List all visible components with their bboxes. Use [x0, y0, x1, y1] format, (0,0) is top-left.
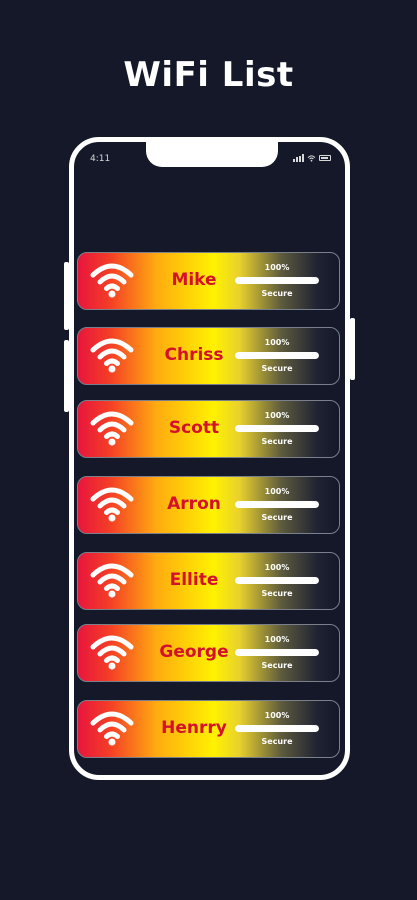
- wifi-icon: [90, 411, 134, 446]
- wifi-list-item[interactable]: Chriss 100% Secure: [77, 327, 340, 385]
- wifi-status-icon: [307, 154, 316, 162]
- page-title: WiFi List: [123, 55, 294, 95]
- wifi-icon: [90, 338, 134, 373]
- network-name: Chriss: [164, 345, 224, 365]
- signal-percent: 100%: [264, 263, 290, 272]
- security-status: Secure: [261, 437, 293, 446]
- wifi-list-item[interactable]: Henrry 100% Secure: [77, 700, 340, 758]
- wifi-icon: [90, 711, 134, 746]
- signal-percent: 100%: [264, 635, 290, 644]
- network-name: Mike: [171, 270, 217, 290]
- security-status: Secure: [261, 364, 293, 373]
- signal-percent: 100%: [264, 487, 290, 496]
- signal-strength-fill: [235, 725, 319, 732]
- signal-strength-fill: [235, 577, 319, 584]
- phone-frame: 4:11: [69, 137, 350, 780]
- signal-strength-fill: [235, 425, 319, 432]
- wifi-icon: [90, 563, 134, 598]
- network-name: Ellite: [169, 570, 219, 590]
- signal-strength-bar: [235, 725, 319, 732]
- signal-strength-bar: [235, 501, 319, 508]
- signal-strength-bar: [235, 425, 319, 432]
- security-status: Secure: [261, 589, 293, 598]
- signal-strength-fill: [235, 277, 319, 284]
- signal-percent: 100%: [264, 563, 290, 572]
- network-name: Arron: [167, 494, 221, 514]
- wifi-list-item[interactable]: George 100% Secure: [77, 624, 340, 682]
- signal-strength-fill: [235, 352, 319, 359]
- signal-strength-fill: [235, 501, 319, 508]
- phone-side-button-right: [350, 318, 355, 380]
- signal-strength-bar: [235, 352, 319, 359]
- network-name: Scott: [168, 418, 220, 438]
- signal-strength-bar: [235, 577, 319, 584]
- wifi-list-item[interactable]: Arron 100% Secure: [77, 476, 340, 534]
- phone-notch: [146, 142, 278, 167]
- security-status: Secure: [261, 289, 293, 298]
- signal-percent: 100%: [264, 338, 290, 347]
- signal-percent: 100%: [264, 411, 290, 420]
- signal-icon: [293, 154, 304, 162]
- wifi-list-item[interactable]: Ellite 100% Secure: [77, 552, 340, 610]
- security-status: Secure: [261, 661, 293, 670]
- signal-percent: 100%: [264, 711, 290, 720]
- signal-strength-bar: [235, 649, 319, 656]
- signal-strength-bar: [235, 277, 319, 284]
- status-icons: [293, 154, 331, 162]
- signal-strength-fill: [235, 649, 319, 656]
- wifi-icon: [90, 487, 134, 522]
- wifi-list-item[interactable]: Mike 100% Secure: [77, 252, 340, 310]
- battery-icon: [319, 155, 331, 161]
- wifi-icon: [90, 635, 134, 670]
- wifi-list-item[interactable]: Scott 100% Secure: [77, 400, 340, 458]
- network-name: Henrry: [161, 718, 227, 738]
- security-status: Secure: [261, 513, 293, 522]
- status-time: 4:11: [90, 154, 111, 164]
- security-status: Secure: [261, 737, 293, 746]
- wifi-icon: [90, 263, 134, 298]
- network-name: George: [159, 642, 229, 662]
